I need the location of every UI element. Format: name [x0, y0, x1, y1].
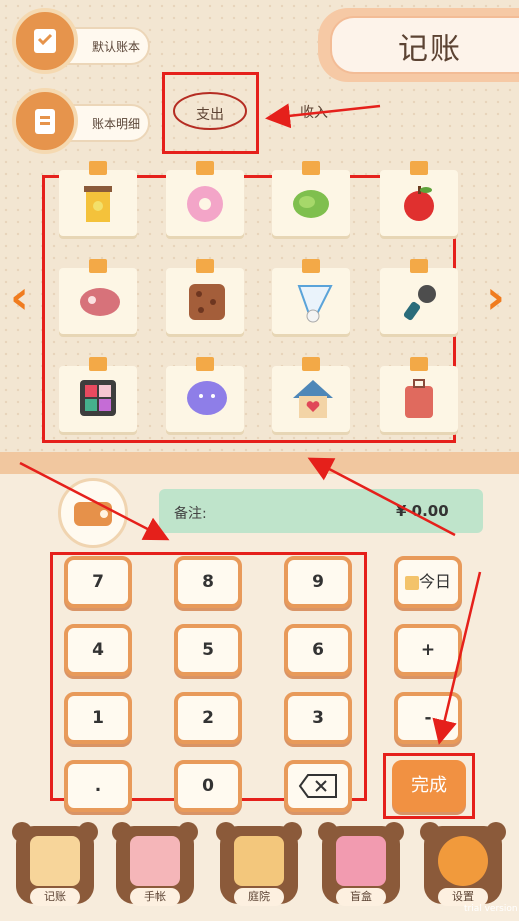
- courtyard-house-icon: [234, 836, 284, 886]
- nav-account[interactable]: 记账: [12, 822, 98, 918]
- nav-courtyard-label: 庭院: [234, 888, 284, 906]
- nav-handbook[interactable]: 手帐: [112, 822, 198, 918]
- nav-handbook-label: 手帐: [130, 888, 180, 906]
- ledger-icon: [30, 836, 80, 886]
- nav-blindbox[interactable]: 盲盒: [318, 822, 404, 918]
- nav-account-label: 记账: [30, 888, 80, 906]
- nav-courtyard[interactable]: 庭院: [216, 822, 302, 918]
- handbook-icon: [130, 836, 180, 886]
- gear-icon: [438, 836, 488, 886]
- watermark: trial version: [464, 904, 518, 914]
- gift-box-icon: [336, 836, 386, 886]
- nav-blindbox-label: 盲盒: [336, 888, 386, 906]
- annotation-arrows: [19, 103, 482, 745]
